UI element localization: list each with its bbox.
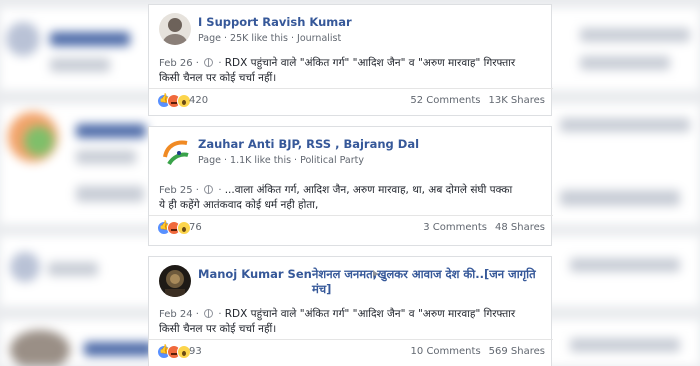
bg-line — [76, 124, 146, 138]
post-stats: 52 Comments 13K Shares — [410, 95, 545, 106]
post-text-line2: किसी चैनल पर कोई चर्चा नहीं। — [159, 72, 277, 84]
page-name[interactable]: Manoj Kumar Sen — [198, 267, 312, 281]
bg-line — [76, 150, 136, 164]
post-text-line2: ये ही कहेंगे आतंकवाद कोई धर्म नही होता, — [159, 199, 319, 211]
post-text-line2: किसी चैनल पर कोई चर्चा नहीं। — [159, 323, 277, 335]
post-date[interactable]: Feb 24 — [159, 309, 193, 320]
bg-line — [560, 118, 690, 132]
post-card: Manoj Kumar Sen नेशनल जनमत,खुलकर आवाज दे… — [148, 256, 553, 366]
page-meta: Page · 25K like this · Journalist — [198, 33, 342, 44]
post-text-line1: RDX पहुंचाने वाले "अंकित गर्ग" "आदिश जैन… — [224, 308, 516, 320]
page-category[interactable]: Journalist — [297, 33, 341, 44]
page-meta: Page · 1.1K like this · Political Party — [198, 155, 364, 166]
page-avatar[interactable] — [159, 13, 191, 45]
post-stats-bar: 93 10 Comments 569 Shares — [149, 339, 553, 365]
bg-line — [580, 28, 690, 42]
bg-avatar — [10, 252, 40, 282]
bg-line — [76, 186, 144, 202]
page-name[interactable]: Zauhar Anti BJP, RSS , Bajrang Dal — [198, 137, 419, 151]
post-text-line1: ...वाला अंकित गर्ग, आदिश जैन, अरुण मारवा… — [224, 184, 513, 196]
post-date-line: Feb 26 · · RDX पहुंचाने वाले "अंकित गर्ग… — [159, 57, 516, 69]
shares-link[interactable]: 569 Shares — [489, 346, 545, 357]
post-stats: 3 Comments 48 Shares — [423, 222, 545, 233]
bg-line — [560, 190, 680, 206]
page-type: Page — [198, 33, 221, 44]
shared-to-group[interactable]: नेशनल जनमत,खुलकर आवाज देश की..[जन जागृति… — [312, 267, 538, 297]
post-date[interactable]: Feb 26 — [159, 58, 193, 69]
comments-link[interactable]: 3 Comments — [423, 222, 487, 233]
bg-line — [580, 56, 670, 70]
post-date-line: Feb 25 · · ...वाला अंकित गर्ग, आदिश जैन,… — [159, 184, 513, 196]
post-stats: 10 Comments 569 Shares — [411, 346, 545, 357]
globe-icon — [204, 58, 214, 67]
shares-link[interactable]: 13K Shares — [488, 95, 545, 106]
bg-line — [50, 58, 110, 72]
post-date[interactable]: Feb 25 — [159, 185, 193, 196]
reaction-count[interactable]: 93 — [189, 346, 202, 357]
post-date-line: Feb 24 · · RDX पहुंचाने वाले "अंकित गर्ग… — [159, 308, 516, 320]
page-likes: 25K like this — [230, 33, 289, 44]
post-stats-bar: 420 52 Comments 13K Shares — [149, 88, 553, 114]
post-stats-bar: 76 3 Comments 48 Shares — [149, 215, 553, 241]
bg-avatar — [10, 330, 70, 366]
bg-line — [570, 338, 680, 352]
page-likes: 1.1K like this — [230, 155, 292, 166]
page-name[interactable]: I Support Ravish Kumar — [198, 15, 352, 29]
page-avatar[interactable] — [159, 135, 191, 167]
globe-icon — [204, 185, 214, 194]
globe-icon — [204, 309, 214, 318]
page-category[interactable]: Political Party — [300, 155, 364, 166]
post-text-line1: RDX पहुंचाने वाले "अंकित गर्ग" "आदिश जैन… — [224, 57, 516, 69]
page-avatar[interactable] — [159, 265, 191, 297]
comments-link[interactable]: 10 Comments — [411, 346, 481, 357]
bg-line — [50, 32, 130, 46]
bg-avatar — [6, 22, 40, 56]
reaction-count[interactable]: 76 — [189, 222, 202, 233]
comments-link[interactable]: 52 Comments — [410, 95, 480, 106]
post-card: Zauhar Anti BJP, RSS , Bajrang Dal Page ·… — [148, 126, 553, 246]
post-card: I Support Ravish Kumar Page · 25K like thi… — [148, 4, 553, 116]
bg-avatar — [24, 126, 54, 156]
page-type: Page — [198, 155, 221, 166]
bg-line — [48, 262, 98, 276]
bg-line — [570, 258, 680, 272]
shares-link[interactable]: 48 Shares — [495, 222, 545, 233]
bg-line — [84, 342, 154, 356]
reaction-count[interactable]: 420 — [189, 95, 208, 106]
